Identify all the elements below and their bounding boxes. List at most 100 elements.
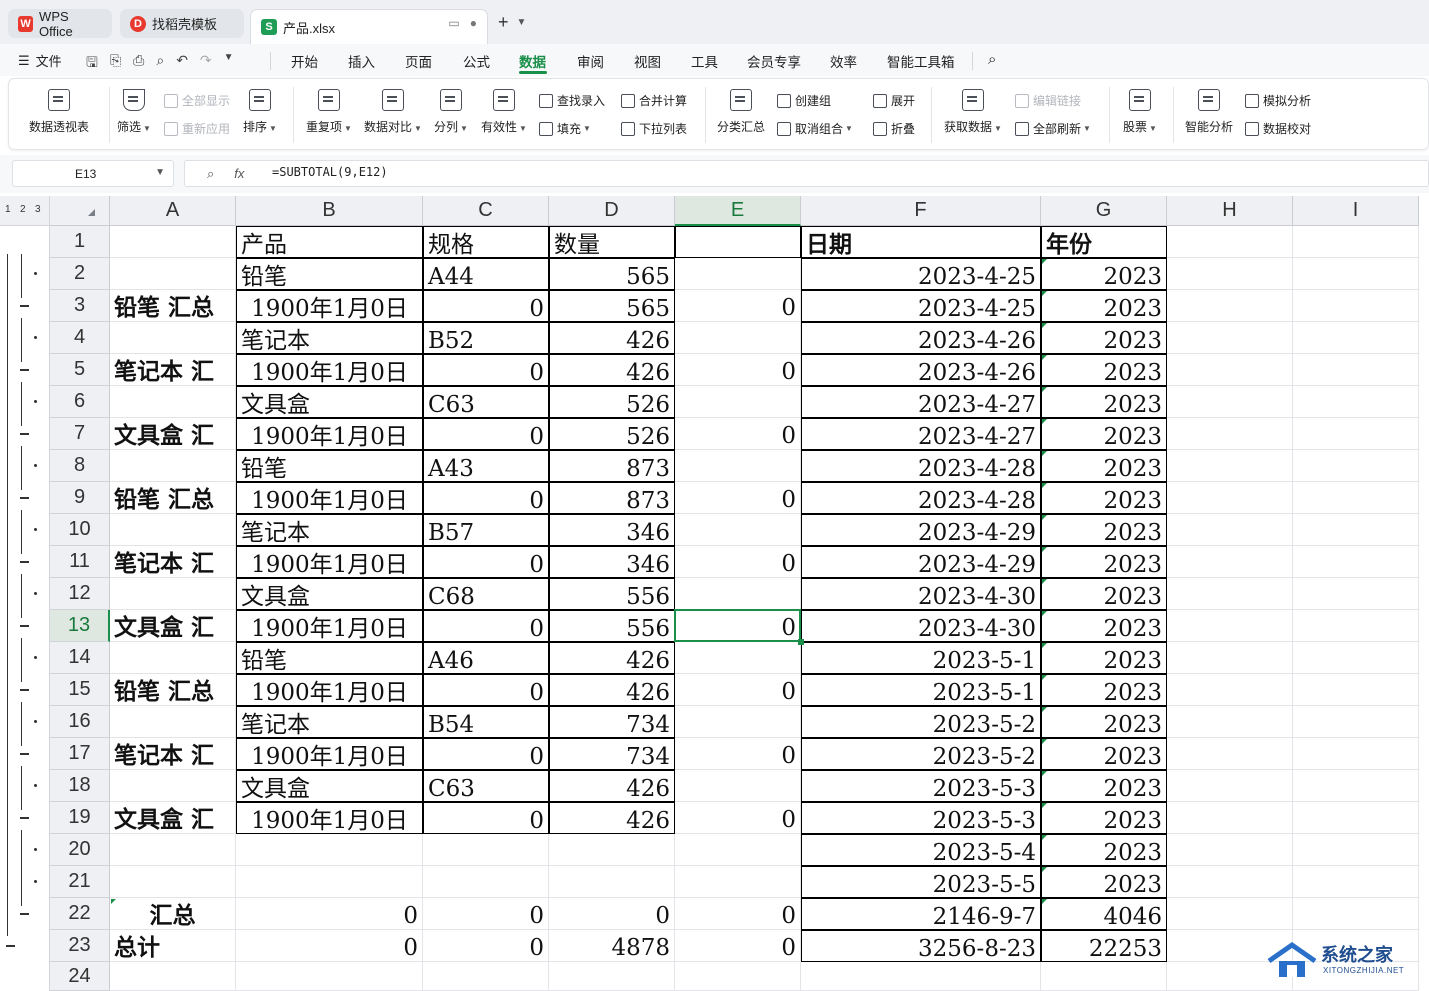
cell-g8[interactable]: 2023 bbox=[1041, 450, 1167, 482]
dropdown-list-button[interactable]: 下拉列表 bbox=[621, 120, 687, 137]
cell-c15[interactable]: 0 bbox=[423, 674, 549, 706]
cell-i1[interactable] bbox=[1293, 226, 1419, 258]
cell-g23[interactable]: 22253 bbox=[1041, 930, 1167, 962]
cell-d12[interactable]: 556 bbox=[549, 578, 675, 610]
cell-d24[interactable] bbox=[549, 962, 675, 991]
cell-i20[interactable] bbox=[1293, 834, 1419, 866]
cell-b20[interactable] bbox=[236, 834, 423, 866]
cell-b16[interactable]: 笔记本 bbox=[236, 706, 423, 738]
cell-b17[interactable]: 1900年1月0日 bbox=[236, 738, 423, 770]
cell-i3[interactable] bbox=[1293, 290, 1419, 322]
subtotal-button[interactable]: 分类汇总 bbox=[717, 89, 765, 135]
cell-d10[interactable]: 346 bbox=[549, 514, 675, 546]
create-group-button[interactable]: 创建组 bbox=[777, 92, 831, 109]
cell-d1[interactable]: 数量 bbox=[549, 226, 675, 258]
cell-h14[interactable] bbox=[1167, 642, 1293, 674]
outline-collapse-button[interactable] bbox=[20, 433, 29, 435]
cell-c21[interactable] bbox=[423, 866, 549, 898]
cell-h8[interactable] bbox=[1167, 450, 1293, 482]
row-header-4[interactable]: 4 bbox=[50, 322, 110, 354]
cell-d5[interactable]: 426 bbox=[549, 354, 675, 386]
outline-collapse-button[interactable] bbox=[20, 689, 29, 691]
cell-g12[interactable]: 2023 bbox=[1041, 578, 1167, 610]
outline-level-2-button[interactable]: 2 bbox=[20, 204, 26, 215]
cell-f21[interactable]: 2023-5-5 bbox=[801, 866, 1041, 898]
cell-b15[interactable]: 1900年1月0日 bbox=[236, 674, 423, 706]
cell-a6[interactable] bbox=[110, 386, 236, 418]
cell-g17[interactable]: 2023 bbox=[1041, 738, 1167, 770]
cell-a5[interactable]: 笔记本 汇 bbox=[110, 354, 236, 386]
cell-h9[interactable] bbox=[1167, 482, 1293, 514]
cell-i7[interactable] bbox=[1293, 418, 1419, 450]
cell-f5[interactable]: 2023-4-26 bbox=[801, 354, 1041, 386]
cell-h3[interactable] bbox=[1167, 290, 1293, 322]
cell-c9[interactable]: 0 bbox=[423, 482, 549, 514]
column-header-c[interactable]: C bbox=[423, 196, 549, 226]
validity-button[interactable]: 有效性 ▼ bbox=[481, 89, 527, 135]
cell-c16[interactable]: B54 bbox=[423, 706, 549, 738]
cell-b2[interactable]: 铅笔 bbox=[236, 258, 423, 290]
cell-i22[interactable] bbox=[1293, 898, 1419, 930]
cell-b13[interactable]: 1900年1月0日 bbox=[236, 610, 423, 642]
cell-c14[interactable]: A46 bbox=[423, 642, 549, 674]
data-compare-button[interactable]: 数据对比 ▼ bbox=[364, 89, 422, 135]
cell-h20[interactable] bbox=[1167, 834, 1293, 866]
stocks-button[interactable]: 股票 ▼ bbox=[1123, 89, 1157, 135]
cell-a18[interactable] bbox=[110, 770, 236, 802]
cell-f2[interactable]: 2023-4-25 bbox=[801, 258, 1041, 290]
row-header-15[interactable]: 15 bbox=[50, 674, 110, 706]
row-header-21[interactable]: 21 bbox=[50, 866, 110, 898]
cell-c1[interactable]: 规格 bbox=[423, 226, 549, 258]
data-verify-button[interactable]: 数据校对 bbox=[1245, 120, 1311, 137]
print-icon[interactable]: ⎙ bbox=[133, 52, 144, 76]
consolidate-button[interactable]: 合并计算 bbox=[621, 92, 687, 109]
cell-c22[interactable]: 0 bbox=[423, 898, 549, 930]
column-header-d[interactable]: D bbox=[549, 196, 675, 226]
cell-a2[interactable] bbox=[110, 258, 236, 290]
cell-g2[interactable]: 2023 bbox=[1041, 258, 1167, 290]
row-header-23[interactable]: 23 bbox=[50, 930, 110, 962]
row-header-12[interactable]: 12 bbox=[50, 578, 110, 610]
cell-e12[interactable] bbox=[675, 578, 801, 610]
cell-g14[interactable]: 2023 bbox=[1041, 642, 1167, 674]
cell-d23[interactable]: 4878 bbox=[549, 930, 675, 962]
cell-e21[interactable] bbox=[675, 866, 801, 898]
cell-d14[interactable]: 426 bbox=[549, 642, 675, 674]
cell-e6[interactable] bbox=[675, 386, 801, 418]
cell-g7[interactable]: 2023 bbox=[1041, 418, 1167, 450]
cell-e23[interactable]: 0 bbox=[675, 930, 801, 962]
cell-f3[interactable]: 2023-4-25 bbox=[801, 290, 1041, 322]
cell-e17[interactable]: 0 bbox=[675, 738, 801, 770]
cell-a13[interactable]: 文具盒 汇 bbox=[110, 610, 236, 642]
cell-a21[interactable] bbox=[110, 866, 236, 898]
outline-collapse-button[interactable] bbox=[20, 913, 29, 915]
cell-c4[interactable]: B52 bbox=[423, 322, 549, 354]
cell-i13[interactable] bbox=[1293, 610, 1419, 642]
column-header-h[interactable]: H bbox=[1167, 196, 1293, 226]
column-header-g[interactable]: G bbox=[1041, 196, 1167, 226]
refresh-all-button[interactable]: 全部刷新 ▼ bbox=[1015, 120, 1091, 137]
cell-h16[interactable] bbox=[1167, 706, 1293, 738]
cell-f17[interactable]: 2023-5-2 bbox=[801, 738, 1041, 770]
cell-f9[interactable]: 2023-4-28 bbox=[801, 482, 1041, 514]
cell-g3[interactable]: 2023 bbox=[1041, 290, 1167, 322]
cell-a4[interactable] bbox=[110, 322, 236, 354]
row-header-10[interactable]: 10 bbox=[50, 514, 110, 546]
cell-i9[interactable] bbox=[1293, 482, 1419, 514]
cell-g22[interactable]: 4046 bbox=[1041, 898, 1167, 930]
menu-data[interactable]: 数据 bbox=[519, 51, 546, 71]
cell-a1[interactable] bbox=[110, 226, 236, 258]
cell-c2[interactable]: A44 bbox=[423, 258, 549, 290]
cell-a14[interactable] bbox=[110, 642, 236, 674]
cell-f10[interactable]: 2023-4-29 bbox=[801, 514, 1041, 546]
cell-h6[interactable] bbox=[1167, 386, 1293, 418]
cell-i18[interactable] bbox=[1293, 770, 1419, 802]
cell-d4[interactable]: 426 bbox=[549, 322, 675, 354]
cell-b23[interactable]: 0 bbox=[236, 930, 423, 962]
outline-collapse-button[interactable] bbox=[6, 945, 15, 947]
cell-f14[interactable]: 2023-5-1 bbox=[801, 642, 1041, 674]
cell-e11[interactable]: 0 bbox=[675, 546, 801, 578]
cell-g18[interactable]: 2023 bbox=[1041, 770, 1167, 802]
cell-d22[interactable]: 0 bbox=[549, 898, 675, 930]
fill-button[interactable]: 填充 ▼ bbox=[539, 120, 591, 137]
